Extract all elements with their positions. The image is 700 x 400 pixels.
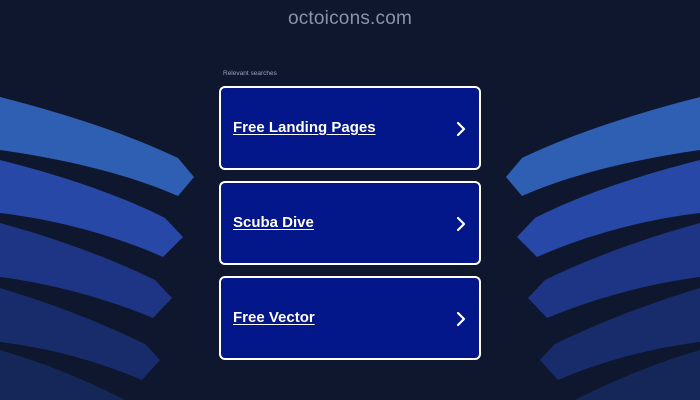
relevant-searches-heading: Relevant searches	[223, 70, 277, 77]
search-result-link-free-vector[interactable]: Free Vector	[219, 276, 481, 360]
parked-domain-page: octoicons.com Relevant searches Free Lan…	[0, 0, 700, 400]
search-result-label[interactable]: Free Landing Pages	[233, 119, 376, 136]
domain-name-title: octoicons.com	[287, 8, 413, 29]
search-result-link-scuba-dive[interactable]: Scuba Dive	[219, 181, 481, 265]
chevron-right-icon	[456, 216, 466, 232]
search-result-label[interactable]: Scuba Dive	[233, 214, 314, 231]
related-search-list: Free Landing Pages Scuba Dive Free Vecto…	[219, 86, 481, 371]
search-result-label[interactable]: Free Vector	[233, 309, 315, 326]
search-result-link-free-landing-pages[interactable]: Free Landing Pages	[219, 86, 481, 170]
chevron-right-icon	[456, 311, 466, 327]
chevron-right-icon	[456, 121, 466, 137]
